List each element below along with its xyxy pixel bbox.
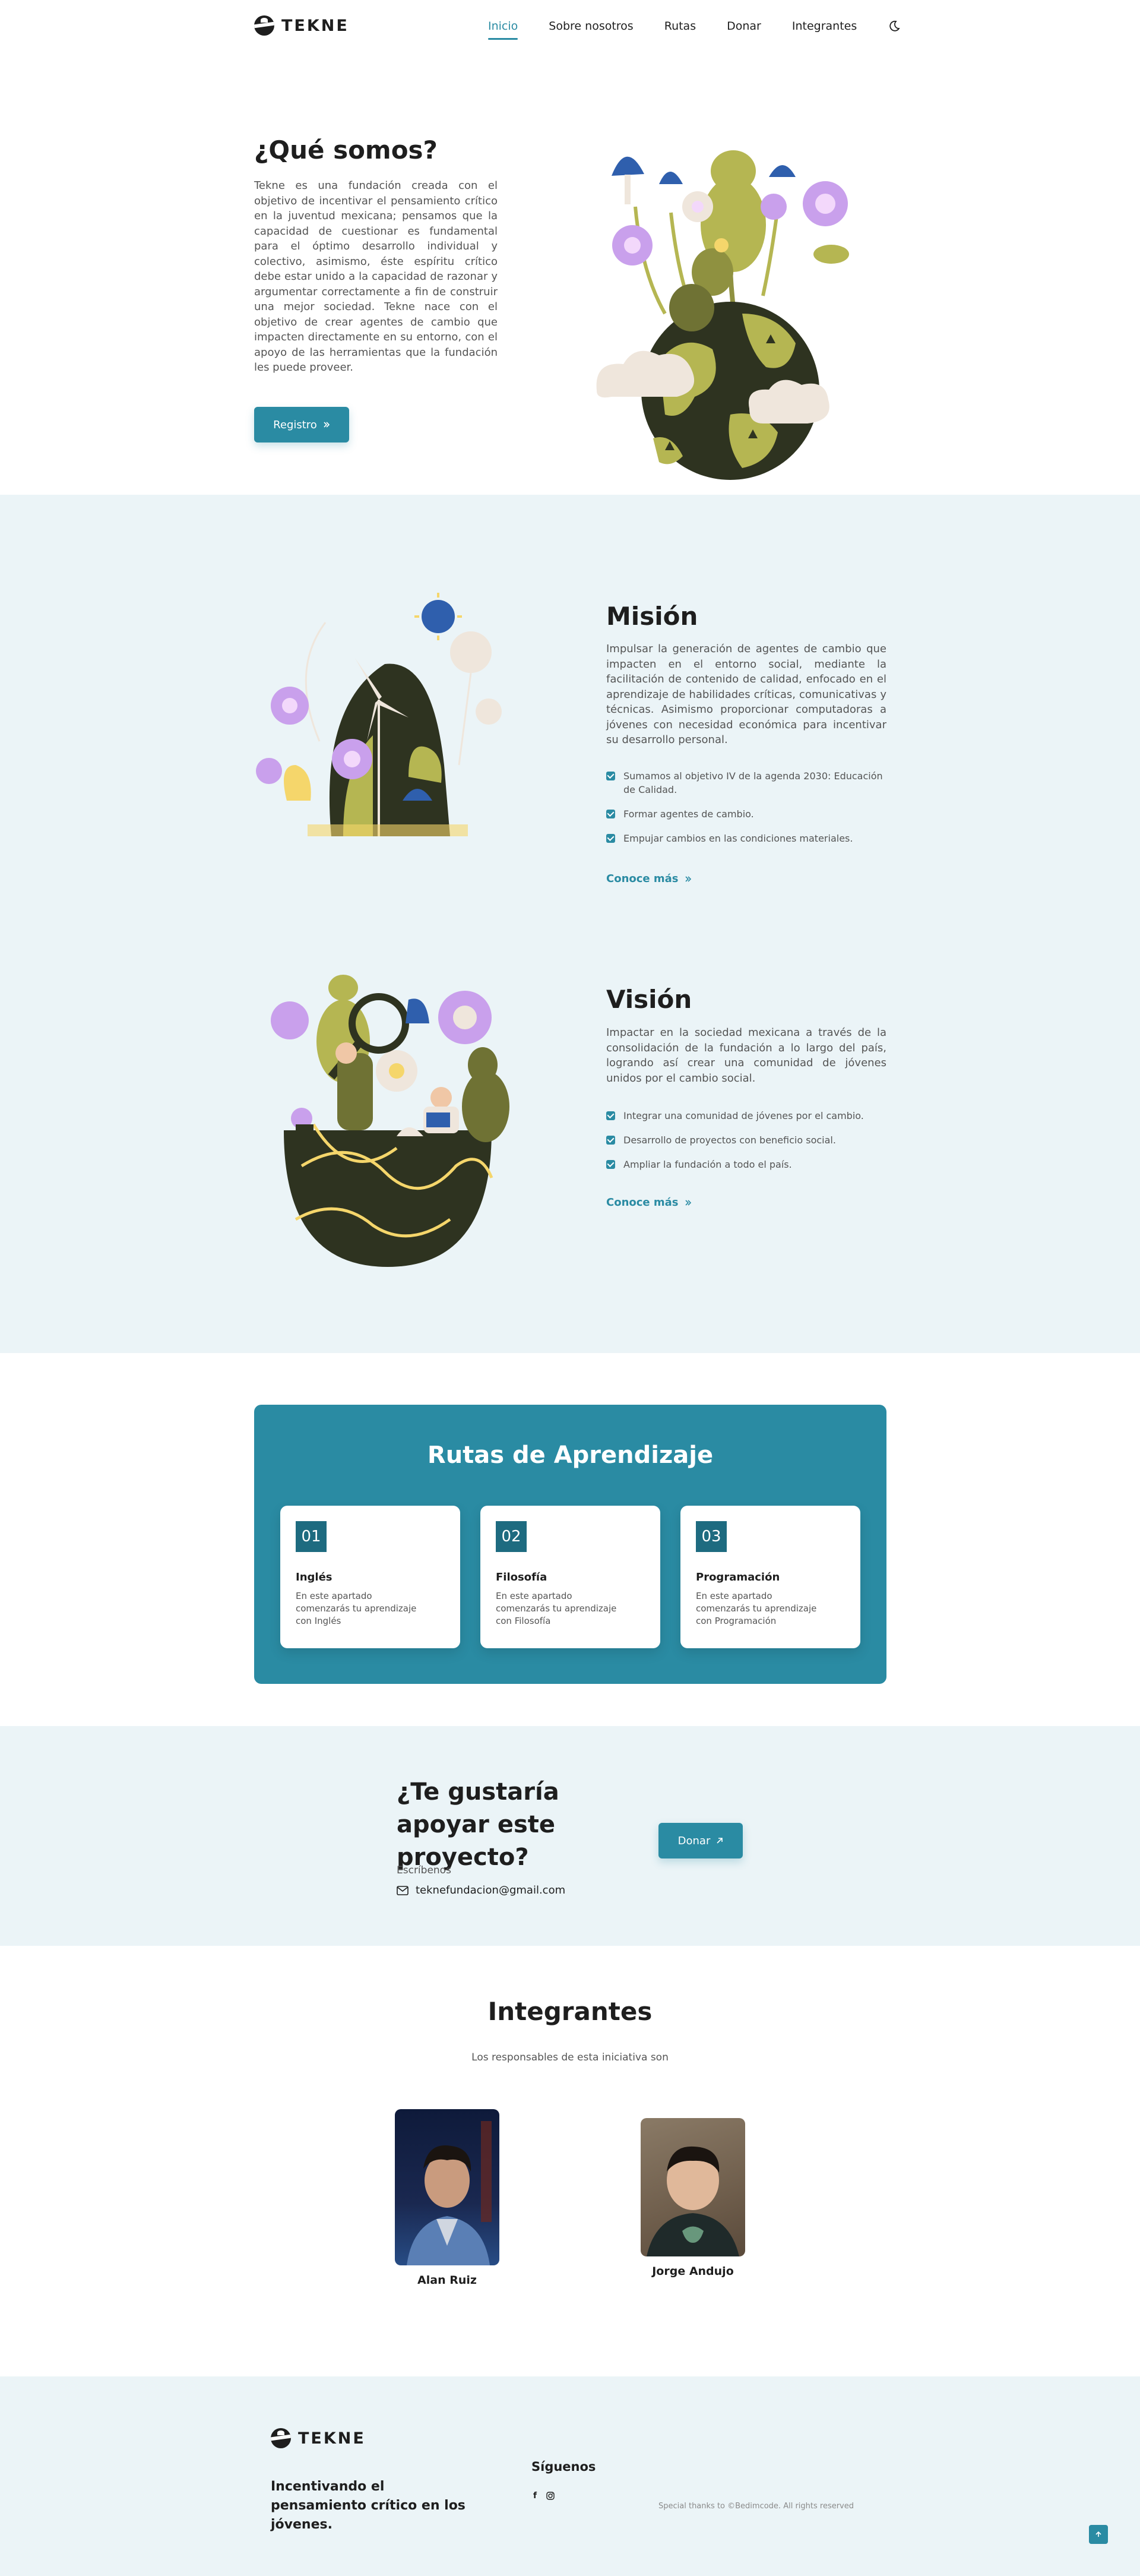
member-photo — [395, 2109, 499, 2265]
rutas-title: Rutas de Aprendizaje — [427, 1442, 714, 1469]
mision-list-item: Sumamos al objetivo IV de la agenda 2030… — [606, 769, 886, 796]
donar-button[interactable]: Donar — [658, 1823, 743, 1858]
main-nav: Inicio Sobre nosotros Rutas Donar Integr… — [457, 0, 901, 52]
footer-tagline: Incentivando el pensamiento crítico en l… — [271, 2479, 466, 2532]
card-number: 03 — [696, 1521, 727, 1552]
vision-magnifier-illustration — [271, 975, 509, 1267]
card-number: 02 — [496, 1521, 527, 1552]
check-icon — [606, 810, 615, 818]
card-description: En este apartado comenzarás tu aprendiza… — [496, 1591, 617, 1626]
logo-icon — [271, 2428, 291, 2448]
mision-windmill-illustration — [256, 593, 502, 836]
footer-logo[interactable]: TEKNE — [271, 2428, 366, 2448]
card-number: 01 — [296, 1521, 327, 1552]
instagram-icon[interactable] — [546, 2492, 555, 2500]
nav-item-rutas[interactable]: Rutas — [664, 20, 696, 33]
nav-item-integrantes[interactable]: Integrantes — [792, 20, 857, 33]
member-name: Alan Ruiz — [417, 2274, 477, 2287]
brand-name: TEKNE — [281, 16, 349, 35]
page: TEKNE Inicio Sobre nosotros Rutas Donar … — [0, 0, 1140, 2576]
facebook-icon[interactable]: f — [533, 2491, 537, 2501]
card-title: Inglés — [296, 1571, 332, 1583]
footer-social-title: Síguenos — [531, 2460, 596, 2474]
mision-conoce-mas-link[interactable]: Conoce más — [606, 873, 692, 885]
member-card-alan: Alan Ruiz — [395, 2109, 499, 2287]
nav-item-sobre-nosotros[interactable]: Sobre nosotros — [549, 20, 633, 33]
vision-title: Visión — [606, 985, 692, 1014]
hero-title: ¿Qué somos? — [254, 135, 438, 165]
mision-vision-section: Misión Impulsar la generación de agentes… — [0, 495, 1140, 1353]
vision-list-item: Desarrollo de proyectos con beneficio so… — [606, 1133, 886, 1147]
mision-list: Sumamos al objetivo IV de la agenda 2030… — [606, 769, 886, 856]
mail-icon — [397, 1885, 408, 1895]
mision-list-item: Empujar cambios en las condiciones mater… — [606, 832, 886, 845]
vision-description: Impactar en la sociedad mexicana a travé… — [606, 1026, 886, 1085]
check-icon — [606, 772, 615, 780]
member-card-jorge: Jorge Andujo — [641, 2118, 745, 2278]
moon-icon[interactable] — [888, 20, 901, 33]
check-icon — [606, 1160, 615, 1169]
hero-description: Tekne es una fundación creada con el obj… — [254, 179, 498, 374]
hero-section: ¿Qué somos? Tekne es una fundación cread… — [0, 52, 1140, 495]
check-icon — [606, 1136, 615, 1145]
brand-logo[interactable]: TEKNE — [254, 15, 349, 36]
integrantes-section: Integrantes Los responsables de esta ini… — [0, 1946, 1140, 2376]
nav-item-donar[interactable]: Donar — [727, 20, 761, 33]
ruta-card-ingles[interactable]: 01 Inglés En este apartado comenzarás tu… — [280, 1506, 460, 1648]
rutas-container: Rutas de Aprendizaje 01 Inglés En este a… — [254, 1405, 886, 1684]
card-description: En este apartado comenzarás tu aprendiza… — [296, 1591, 417, 1626]
mision-list-item: Formar agentes de cambio. — [606, 807, 886, 821]
footer-credits: Special thanks to ©Bedimcode. All rights… — [658, 2502, 854, 2511]
card-title: Filosofía — [496, 1571, 547, 1583]
footer-social-links: f — [533, 2491, 555, 2501]
check-icon — [606, 834, 615, 843]
registro-button-label: Registro — [273, 418, 317, 431]
scroll-top-button[interactable] — [1089, 2525, 1108, 2544]
card-title: Programación — [696, 1571, 780, 1583]
ruta-card-filosofia[interactable]: 02 Filosofía En este apartado comenzarás… — [480, 1506, 660, 1648]
arrow-up-icon — [1095, 2531, 1101, 2537]
ruta-card-programacion[interactable]: 03 Programación En este apartado comenza… — [680, 1506, 860, 1648]
footer-brand-name: TEKNE — [298, 2429, 366, 2448]
header: TEKNE Inicio Sobre nosotros Rutas Donar … — [0, 0, 1140, 52]
donar-subtitle: Escríbenos — [397, 1864, 451, 1876]
member-photo — [641, 2118, 745, 2256]
donar-section: ¿Te gustaría apoyar este proyecto? Escrí… — [0, 1726, 1140, 1946]
vision-list-item: Integrar una comunidad de jóvenes por el… — [606, 1109, 886, 1123]
double-chevron-icon — [324, 422, 330, 428]
double-chevron-icon — [685, 1199, 691, 1206]
check-icon — [606, 1111, 615, 1120]
double-chevron-icon — [685, 875, 691, 882]
vision-conoce-mas-link[interactable]: Conoce más — [606, 1196, 692, 1209]
mision-description: Impulsar la generación de agentes de cam… — [606, 643, 886, 746]
hero-earth-illustration — [596, 150, 849, 480]
registro-button[interactable]: Registro — [254, 407, 349, 442]
integrantes-subtitle: Los responsables de esta iniciativa son — [471, 2052, 669, 2063]
arrow-up-right-icon — [717, 1838, 723, 1844]
donar-email-text: teknefundacion@gmail.com — [416, 1884, 566, 1897]
mision-title: Misión — [606, 602, 698, 631]
card-description: En este apartado comenzarás tu aprendiza… — [696, 1591, 817, 1626]
member-name: Jorge Andujo — [652, 2265, 734, 2278]
donar-email[interactable]: teknefundacion@gmail.com — [397, 1884, 565, 1897]
integrantes-title: Integrantes — [487, 1997, 653, 2026]
vision-list: Integrar una comunidad de jóvenes por el… — [606, 1109, 886, 1182]
nav-item-inicio[interactable]: Inicio — [488, 20, 518, 40]
logo-icon — [254, 15, 274, 36]
donar-button-label: Donar — [677, 1834, 711, 1847]
donar-title: ¿Te gustaría apoyar este proyecto? — [397, 1778, 559, 1871]
vision-list-item: Ampliar la fundación a todo el país. — [606, 1158, 886, 1171]
rutas-section: Rutas de Aprendizaje 01 Inglés En este a… — [0, 1353, 1140, 1726]
footer: TEKNE Incentivando el pensamiento crític… — [0, 2376, 1140, 2576]
